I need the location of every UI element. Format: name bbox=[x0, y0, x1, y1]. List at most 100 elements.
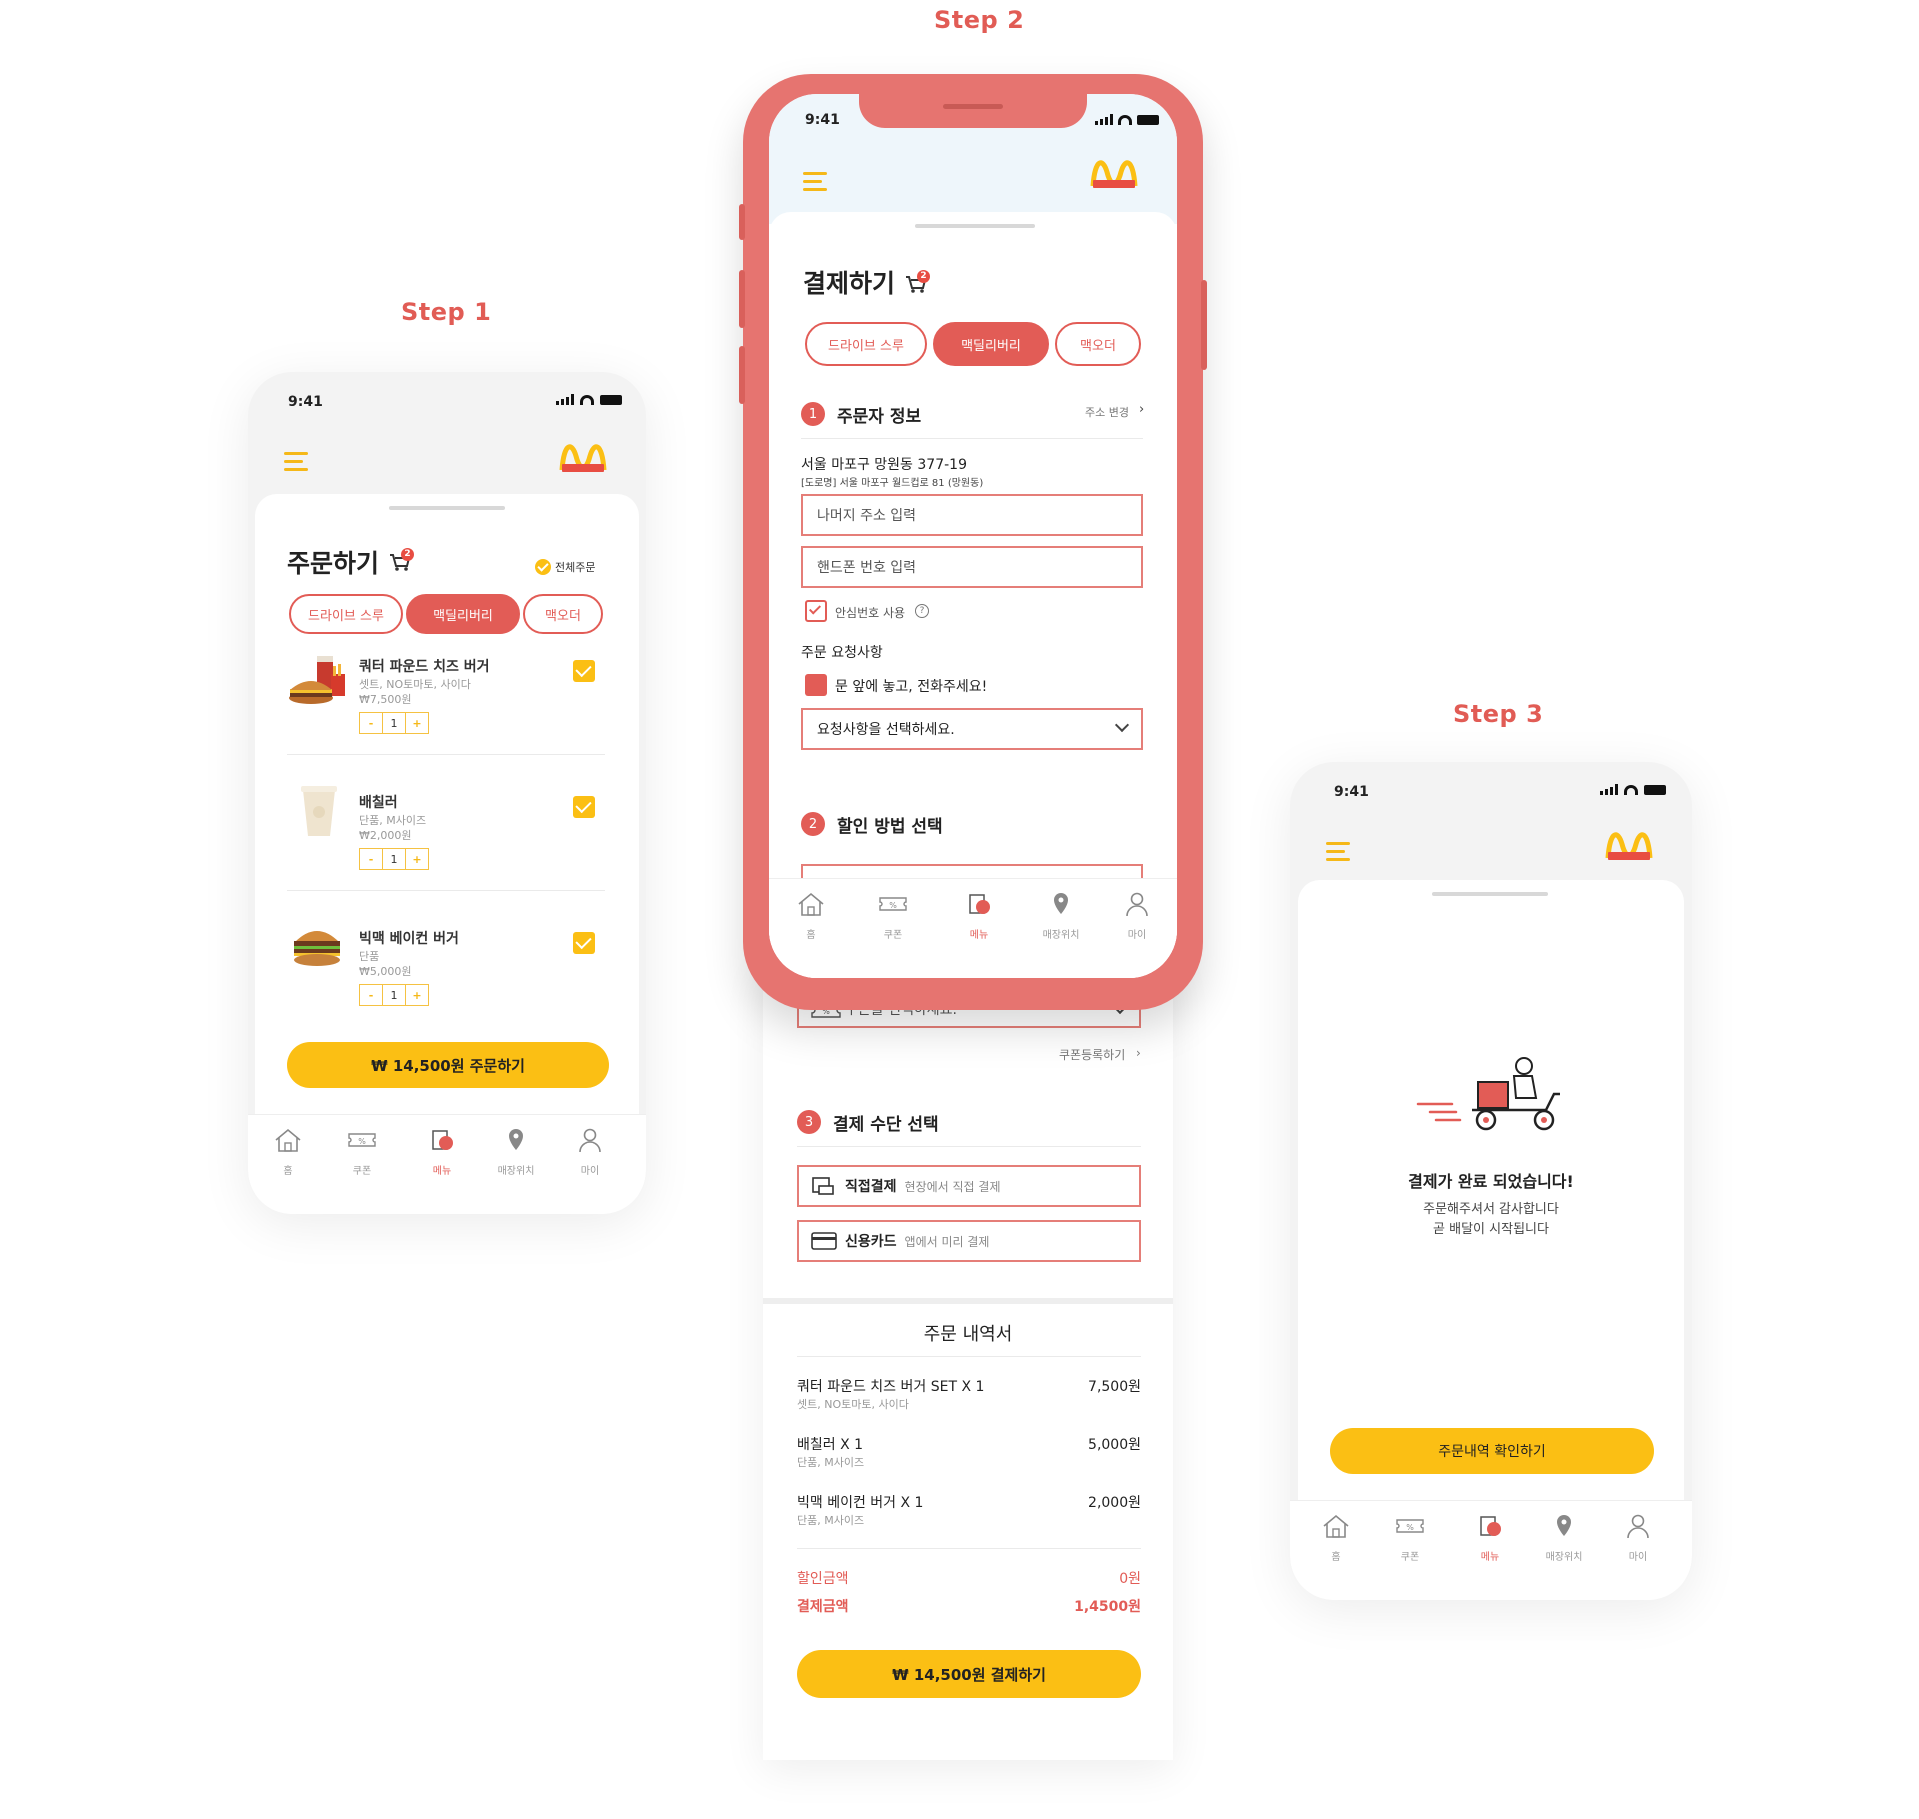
tab-my[interactable]: 마이 bbox=[560, 1127, 620, 1177]
divider bbox=[797, 1548, 1141, 1549]
item-price: ₩2,000원 bbox=[359, 829, 412, 842]
tab-mcdelivery[interactable]: 맥딜리버리 bbox=[406, 594, 520, 634]
receipt-title: 주문 내역서 bbox=[923, 1324, 1013, 1345]
tab-label: 메뉴 bbox=[432, 1166, 452, 1177]
checkout-continuation: 쿠폰을 선택하세요. % 쿠폰등록하기 › 3 결제 수단 선택 직접결제 현장… bbox=[763, 960, 1173, 1760]
tab-drive-thru[interactable]: 드라이브 스루 bbox=[289, 594, 403, 634]
tab-home[interactable]: 홈 bbox=[1306, 1513, 1366, 1563]
complete-line1: 주문해주셔서 감사합니다 bbox=[1423, 1202, 1559, 1217]
payment-name: 직접결제 bbox=[845, 1179, 897, 1195]
sheet-handle[interactable] bbox=[389, 506, 505, 510]
item-checkbox[interactable] bbox=[573, 796, 595, 818]
coupon-icon: % bbox=[348, 1133, 376, 1147]
status-icons bbox=[1095, 114, 1159, 125]
mcdonalds-logo-icon bbox=[1090, 160, 1138, 188]
tab-home[interactable]: 홈 bbox=[781, 891, 841, 941]
item-price: ₩7,500원 bbox=[359, 693, 412, 706]
quantity-value: 1 bbox=[382, 984, 406, 1006]
payment-desc: 현장에서 직접 결제 bbox=[904, 1179, 1001, 1194]
tab-my[interactable]: 마이 bbox=[1107, 891, 1167, 941]
minus-button[interactable]: - bbox=[359, 712, 383, 734]
sheet-handle[interactable] bbox=[915, 224, 1035, 228]
help-icon[interactable]: ? bbox=[915, 604, 929, 618]
address-main: 서울 마포구 망원동 377-19 bbox=[801, 457, 967, 473]
order-button[interactable]: ₩ 14,500원 주문하기 bbox=[287, 1042, 609, 1088]
cart-badge: 2 bbox=[917, 270, 930, 283]
coupon-register-link[interactable]: 쿠폰등록하기 bbox=[1059, 1046, 1125, 1063]
receipt-item-options: 단품, M사이즈 bbox=[797, 1514, 865, 1527]
tab-store[interactable]: 매장위치 bbox=[1534, 1513, 1594, 1563]
select-all-label: 전체주문 bbox=[555, 561, 596, 574]
plus-button[interactable]: + bbox=[405, 712, 429, 734]
tab-coupon[interactable]: % 쿠폰 bbox=[863, 891, 923, 941]
request-select[interactable]: 요청사항을 선택하세요. bbox=[801, 708, 1143, 750]
total-value: 1,4500원 bbox=[1074, 1599, 1141, 1615]
request-checkbox[interactable] bbox=[805, 674, 827, 696]
menu-icon[interactable] bbox=[1326, 842, 1350, 866]
plus-button[interactable]: + bbox=[405, 848, 429, 870]
tab-coupon[interactable]: % 쿠폰 bbox=[332, 1127, 392, 1177]
tab-drive-thru[interactable]: 드라이브 스루 bbox=[805, 322, 927, 366]
status-time: 9:41 bbox=[1334, 784, 1369, 800]
tab-menu[interactable]: 메뉴 bbox=[949, 891, 1009, 941]
divider bbox=[287, 890, 605, 891]
confirm-order-button[interactable]: 주문내역 확인하기 bbox=[1330, 1428, 1654, 1474]
quantity-stepper[interactable]: -1 + bbox=[359, 712, 429, 734]
address-detail-input[interactable]: 나머지 주소 입력 bbox=[801, 494, 1143, 536]
receipt-item-name: 쿼터 파운드 치즈 버거 SET X 1 bbox=[797, 1379, 985, 1395]
quantity-stepper[interactable]: -1 + bbox=[359, 984, 429, 1006]
user-icon bbox=[1627, 1514, 1649, 1539]
item-name: 빅맥 베이컨 버거 bbox=[359, 931, 459, 947]
burger-set-image bbox=[289, 656, 345, 704]
tab-home[interactable]: 홈 bbox=[258, 1127, 318, 1177]
menu-icon[interactable] bbox=[803, 172, 827, 196]
quantity-stepper[interactable]: -1 + bbox=[359, 848, 429, 870]
burger-image bbox=[294, 931, 340, 966]
minus-button[interactable]: - bbox=[359, 848, 383, 870]
request-check-label: 문 앞에 놓고, 전화주세요! bbox=[835, 679, 988, 695]
side-button bbox=[739, 346, 745, 404]
tab-store[interactable]: 매장위치 bbox=[1031, 891, 1091, 941]
sheet-handle[interactable] bbox=[1432, 892, 1548, 896]
payment-option-card[interactable]: 신용카드 앱에서 미리 결제 bbox=[797, 1220, 1141, 1262]
safe-number-checkbox[interactable] bbox=[805, 600, 827, 622]
tab-mcdelivery[interactable]: 맥딜리버리 bbox=[933, 322, 1049, 366]
status-time: 9:41 bbox=[805, 112, 840, 128]
minus-button[interactable]: - bbox=[359, 984, 383, 1006]
quantity-value: 1 bbox=[382, 848, 406, 870]
select-all-checkbox[interactable] bbox=[535, 559, 551, 575]
status-icons bbox=[556, 394, 622, 405]
phone-input[interactable]: 핸드폰 번호 입력 bbox=[801, 546, 1143, 588]
user-icon bbox=[579, 1128, 601, 1153]
tab-store[interactable]: 매장위치 bbox=[486, 1127, 546, 1177]
side-button bbox=[739, 270, 745, 328]
payment-desc: 앱에서 미리 결제 bbox=[904, 1234, 990, 1249]
item-name: 배칠러 bbox=[359, 795, 398, 811]
menu-icon[interactable] bbox=[284, 452, 308, 476]
section-number: 2 bbox=[801, 812, 825, 836]
tab-coupon[interactable]: % 쿠폰 bbox=[1380, 1513, 1440, 1563]
address-change-link[interactable]: 주소 변경 bbox=[1085, 404, 1129, 420]
tab-mcorder[interactable]: 맥오더 bbox=[1055, 322, 1141, 366]
checkout-sheet: 결제하기 2 드라이브 스루 맥딜리버리 맥오더 1 주문자 정보 주소 변경 … bbox=[769, 212, 1177, 978]
payment-section-title: 결제 수단 선택 bbox=[833, 1115, 939, 1135]
tab-my[interactable]: 마이 bbox=[1608, 1513, 1668, 1563]
tab-label: 메뉴 bbox=[969, 930, 989, 941]
tab-menu[interactable]: 메뉴 bbox=[412, 1127, 472, 1177]
complete-sheet: 결제가 완료 되었습니다! 주문해주셔서 감사합니다 곧 배달이 시작됩니다 주… bbox=[1298, 880, 1684, 1600]
divider bbox=[797, 1356, 1141, 1357]
tab-label: 마이 bbox=[580, 1166, 600, 1177]
pay-button[interactable]: ₩ 14,500원 결제하기 bbox=[797, 1650, 1141, 1698]
location-pin-icon bbox=[1557, 1515, 1571, 1536]
item-checkbox[interactable] bbox=[573, 932, 595, 954]
tab-label: 매장위치 bbox=[1545, 1552, 1583, 1563]
plus-button[interactable]: + bbox=[405, 984, 429, 1006]
payment-option-cash[interactable]: 직접결제 현장에서 직접 결제 bbox=[797, 1165, 1141, 1207]
complete-title: 결제가 완료 되었습니다! bbox=[1408, 1172, 1574, 1191]
tab-menu[interactable]: 메뉴 bbox=[1460, 1513, 1520, 1563]
tab-mcorder[interactable]: 맥오더 bbox=[523, 594, 603, 634]
item-checkbox[interactable] bbox=[573, 660, 595, 682]
status-icons bbox=[1600, 784, 1666, 795]
item-name: 쿼터 파운드 치즈 버거 bbox=[359, 659, 490, 675]
total-label: 결제금액 bbox=[797, 1599, 849, 1615]
